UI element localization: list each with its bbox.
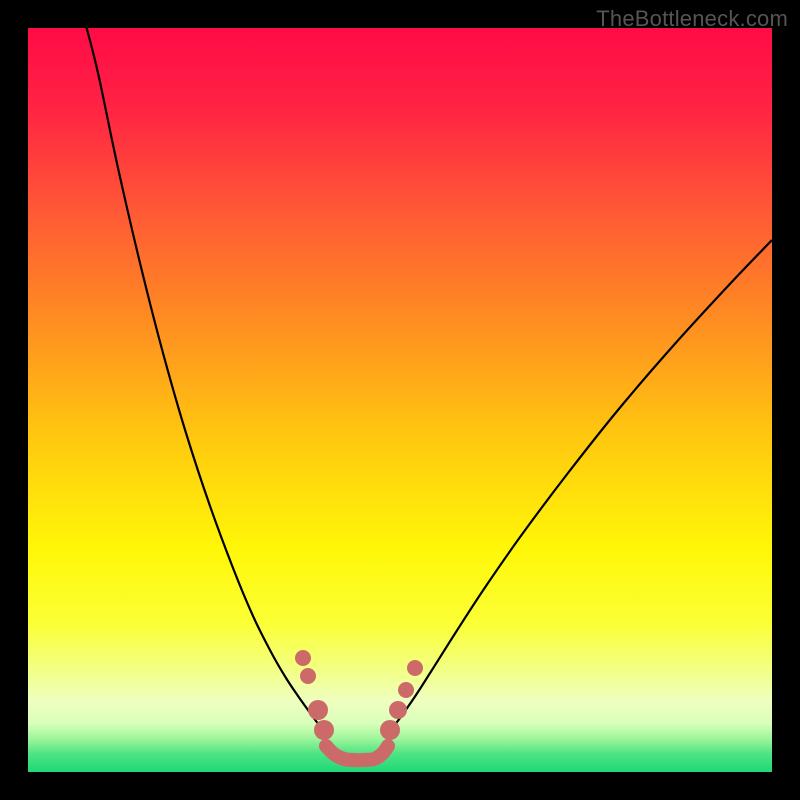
right-curve xyxy=(390,240,772,731)
left-dot-3 xyxy=(308,700,328,720)
left-dot-4 xyxy=(314,720,334,740)
plot-area xyxy=(28,28,772,772)
curves-layer xyxy=(28,28,772,772)
left-dot-1 xyxy=(295,650,311,666)
series-group xyxy=(84,28,772,760)
chart-frame: TheBottleneck.com xyxy=(0,0,800,800)
right-dot-4 xyxy=(407,660,423,676)
right-dot-2 xyxy=(389,701,407,719)
valley-floor-link xyxy=(326,746,388,760)
left-dot-2 xyxy=(300,668,316,684)
marker-group xyxy=(295,650,423,740)
left-curve xyxy=(84,28,324,731)
watermark-text: TheBottleneck.com xyxy=(596,6,788,32)
right-dot-1 xyxy=(380,720,400,740)
right-dot-3 xyxy=(398,682,414,698)
